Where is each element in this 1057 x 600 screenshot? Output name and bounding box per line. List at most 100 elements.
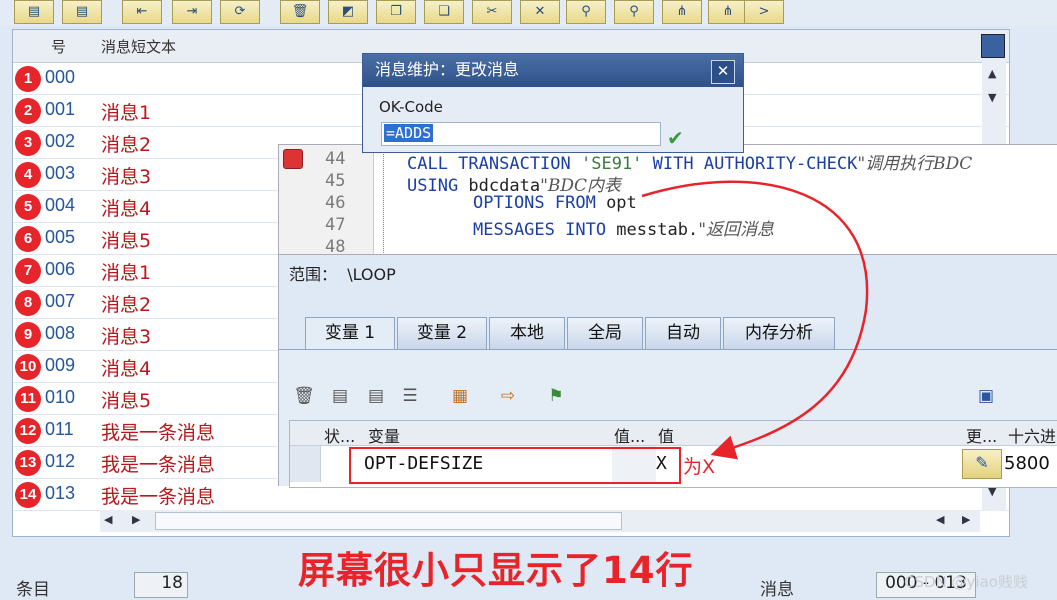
grid-header-value-short: 值... xyxy=(614,427,646,446)
delete-icon[interactable]: 🗑 xyxy=(293,386,315,408)
message-text: 消息2 xyxy=(101,134,152,156)
scroll-left-icon-2[interactable]: ◀ xyxy=(936,513,944,526)
find-icon[interactable]: ⚲ xyxy=(566,0,606,24)
annotation-value-x: 为X xyxy=(683,456,716,478)
tab-local[interactable]: 本地 xyxy=(489,317,565,349)
column-settings-icon[interactable] xyxy=(981,34,1005,58)
message-text: 消息5 xyxy=(101,390,152,412)
row-index-badge: 12 xyxy=(15,418,41,444)
message-number: 003 xyxy=(45,163,76,183)
row-selector[interactable] xyxy=(290,446,321,482)
entries-count: 18 xyxy=(134,572,188,598)
row-index-badge: 3 xyxy=(15,130,41,156)
tab-variables-2[interactable]: 变量 2 xyxy=(397,317,487,349)
message-maintain-dialog: 消息维护：更改消息 ✕ OK-Code =ADDS ✔ xyxy=(362,53,744,153)
tab-bar: 变量 1 变量 2 本地 全局 自动 内存分析 xyxy=(279,315,1057,351)
message-text: 我是一条消息 xyxy=(101,422,216,444)
message-text: 消息4 xyxy=(101,198,152,220)
message-text: 消息3 xyxy=(101,326,152,348)
message-number: 005 xyxy=(45,227,76,247)
message-number: 004 xyxy=(45,195,76,215)
select-icon[interactable]: ◩ xyxy=(328,0,368,24)
row-index-badge: 13 xyxy=(15,450,41,476)
message-text: 消息2 xyxy=(101,294,152,316)
scroll-thumb[interactable] xyxy=(155,512,622,530)
grid-header: 状... 变量 值... 值 更... 十六进 xyxy=(290,421,1057,446)
list-remove-icon[interactable]: ☰ xyxy=(399,386,421,408)
message-text: 消息4 xyxy=(101,358,152,380)
cut-icon[interactable]: ✂ xyxy=(472,0,512,24)
breakpoint-icon[interactable] xyxy=(283,149,303,169)
scroll-down-icon[interactable]: ▼ xyxy=(988,91,996,104)
scroll-up-icon[interactable]: ▲ xyxy=(988,67,996,80)
confirm-check-icon[interactable]: ✔ xyxy=(667,126,684,150)
toolbar-button-3[interactable]: ⇤ xyxy=(122,0,162,24)
tab-variables-1[interactable]: 变量 1 xyxy=(305,317,395,349)
delete-icon[interactable]: 🗑 xyxy=(280,0,320,24)
message-text: 我是一条消息 xyxy=(101,486,216,508)
edit-pencil-icon[interactable]: ✎ xyxy=(962,449,1002,479)
row-index-badge: 9 xyxy=(15,322,41,348)
okcode-value: =ADDS xyxy=(384,124,434,142)
cancel-icon[interactable]: ✕ xyxy=(520,0,560,24)
toolbar-button-2[interactable]: ▤ xyxy=(62,0,102,24)
okcode-input[interactable]: =ADDS xyxy=(381,122,661,146)
list-edit-icon[interactable]: ▤ xyxy=(365,386,387,408)
transfer-icon[interactable]: ⇨ xyxy=(497,386,519,408)
copy-icon[interactable]: ❐ xyxy=(376,0,416,24)
grid-header-hex: 十六进 xyxy=(1008,427,1057,446)
flag-icon[interactable]: ⚑ xyxy=(545,386,567,408)
list-icon[interactable]: ▤ xyxy=(329,386,351,408)
save-icon[interactable]: ▣ xyxy=(975,386,997,408)
message-label: 消息 xyxy=(760,580,794,600)
message-number: 013 xyxy=(45,483,76,503)
refresh-icon[interactable]: ⟳ xyxy=(220,0,260,24)
tab-global[interactable]: 全局 xyxy=(567,317,643,349)
scope-label: 范围： \LOOP xyxy=(289,265,396,284)
grid-header-status: 状... xyxy=(324,427,356,446)
line-number: 44 xyxy=(325,149,346,169)
message-number: 010 xyxy=(45,387,76,407)
toolbar-button-4[interactable]: ⇥ xyxy=(172,0,212,24)
scroll-right-icon[interactable]: ▶ xyxy=(132,513,140,526)
watermark: CSDN @yiao贱贱 xyxy=(904,573,1028,591)
okcode-label: OK-Code xyxy=(379,98,443,116)
horizontal-scrollbar[interactable]: ◀ ▶ ◀ ▶ xyxy=(100,510,980,532)
message-text: 消息3 xyxy=(101,166,152,188)
message-number: 002 xyxy=(45,131,76,151)
line-number: 46 xyxy=(325,193,346,213)
annotation-caption: 屏幕很小只显示了14行 xyxy=(298,549,694,592)
column-header-number: 号 xyxy=(51,38,67,56)
message-text: 消息1 xyxy=(101,262,152,284)
toolbar-button-1[interactable]: ▤ xyxy=(14,0,54,24)
message-number: 007 xyxy=(45,291,76,311)
code-line: OPTIONS FROM opt xyxy=(473,193,637,213)
close-icon[interactable]: ✕ xyxy=(711,60,735,84)
message-number: 000 xyxy=(45,67,76,87)
line-number: 47 xyxy=(325,215,346,235)
toolbar: ▤ ▤ ⇤ ⇥ ⟳ 🗑 ◩ ❐ ❏ ✂ ✕ ⚲ ⚲ ⋔ ⋔ > xyxy=(0,0,1057,26)
row-index-badge: 2 xyxy=(15,98,41,124)
row-index-badge: 8 xyxy=(15,290,41,316)
code-editor: 44 CALL TRANSACTION 'SE91' WITH AUTHORITY… xyxy=(278,144,1057,257)
row-index-badge: 6 xyxy=(15,226,41,252)
find-next-icon[interactable]: ⚲ xyxy=(614,0,654,24)
grid-icon[interactable]: ▦ xyxy=(449,386,471,408)
grid-header-variable: 变量 xyxy=(368,427,401,446)
row-index-badge: 1 xyxy=(15,66,41,92)
tab-auto[interactable]: 自动 xyxy=(645,317,721,349)
message-text: 消息1 xyxy=(101,102,152,124)
message-text: 消息5 xyxy=(101,230,152,252)
paste-icon[interactable]: ❏ xyxy=(424,0,464,24)
scroll-right-icon-2[interactable]: ▶ xyxy=(962,513,970,526)
row-index-badge: 14 xyxy=(15,482,41,508)
tree-icon[interactable]: ⋔ xyxy=(662,0,702,24)
code-line: MESSAGES INTO messtab."返回消息 xyxy=(473,220,775,240)
tree-icon-2[interactable]: ⋔ xyxy=(708,0,748,24)
column-header-text: 消息短文本 xyxy=(101,38,177,56)
message-text: 我是一条消息 xyxy=(101,454,216,476)
scroll-left-icon[interactable]: ◀ xyxy=(104,513,112,526)
more-button[interactable]: > xyxy=(744,0,784,24)
tab-memory-analysis[interactable]: 内存分析 xyxy=(723,317,835,349)
row-index-badge: 5 xyxy=(15,194,41,220)
